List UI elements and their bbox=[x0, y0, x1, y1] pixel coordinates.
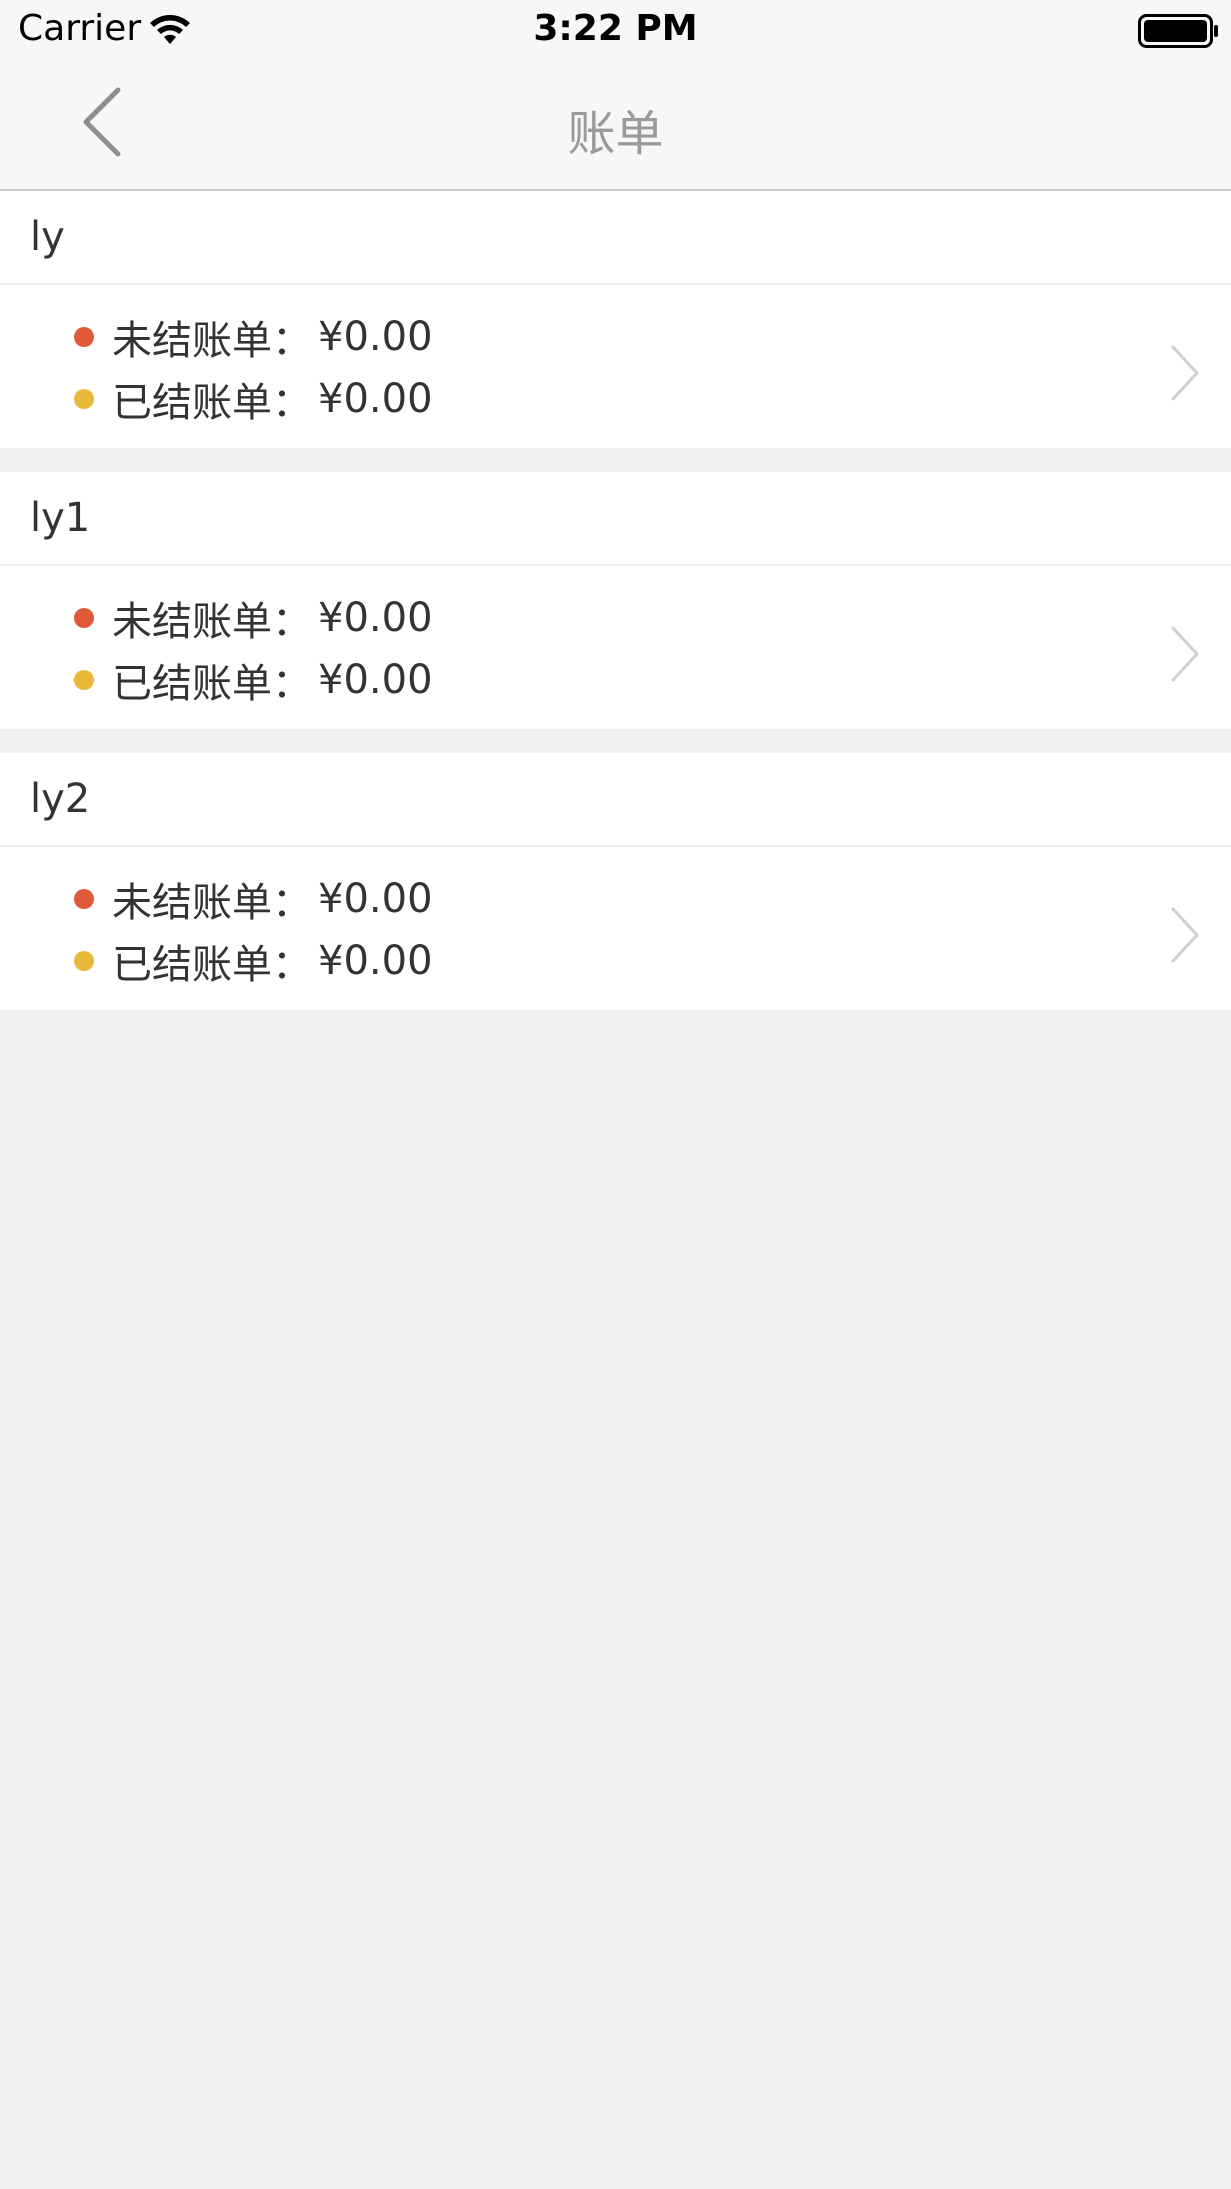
account-section: ly1 未结账单： ¥0.00 已结账单： ¥0.00 bbox=[0, 472, 1231, 729]
unsettled-amount: ¥0.00 bbox=[318, 314, 433, 360]
battery-icon bbox=[1138, 14, 1218, 48]
account-list: ly 未结账单： ¥0.00 已结账单： ¥0.00 ly1 未结账单： ¥0.… bbox=[0, 191, 1231, 1034]
settled-dot-icon bbox=[74, 670, 94, 690]
settled-bill-line: 已结账单： ¥0.00 bbox=[74, 650, 433, 710]
unsettled-dot-icon bbox=[74, 327, 94, 347]
unsettled-bill-line: 未结账单： ¥0.00 bbox=[74, 307, 433, 367]
chevron-right-icon bbox=[1171, 345, 1199, 401]
unsettled-label: 未结账单： bbox=[112, 599, 312, 645]
settled-amount: ¥0.00 bbox=[318, 938, 433, 984]
account-bill-row[interactable]: 未结账单： ¥0.00 已结账单： ¥0.00 bbox=[0, 847, 1231, 1010]
account-name: ly1 bbox=[0, 472, 1231, 566]
unsettled-bill-line: 未结账单： ¥0.00 bbox=[74, 588, 433, 648]
account-name: ly bbox=[0, 191, 1231, 285]
account-section: ly2 未结账单： ¥0.00 已结账单： ¥0.00 bbox=[0, 753, 1231, 1010]
navigation-bar: 账单 bbox=[0, 60, 1231, 191]
unsettled-dot-icon bbox=[74, 608, 94, 628]
settled-bill-line: 已结账单： ¥0.00 bbox=[74, 369, 433, 429]
settled-label: 已结账单： bbox=[112, 661, 312, 707]
settled-amount: ¥0.00 bbox=[318, 657, 433, 703]
unsettled-bill-line: 未结账单： ¥0.00 bbox=[74, 869, 433, 929]
status-bar: Carrier 3:22 PM bbox=[0, 0, 1231, 60]
chevron-right-icon bbox=[1171, 626, 1199, 682]
settled-amount: ¥0.00 bbox=[318, 376, 433, 422]
status-time: 3:22 PM bbox=[533, 8, 698, 49]
unsettled-amount: ¥0.00 bbox=[318, 876, 433, 922]
unsettled-label: 未结账单： bbox=[112, 318, 312, 364]
unsettled-label: 未结账单： bbox=[112, 880, 312, 926]
settled-dot-icon bbox=[74, 951, 94, 971]
settled-bill-line: 已结账单： ¥0.00 bbox=[74, 931, 433, 991]
settled-label: 已结账单： bbox=[112, 942, 312, 988]
settled-dot-icon bbox=[74, 389, 94, 409]
unsettled-dot-icon bbox=[74, 889, 94, 909]
settled-label: 已结账单： bbox=[112, 380, 312, 426]
account-name: ly2 bbox=[0, 753, 1231, 847]
page-title: 账单 bbox=[567, 106, 664, 162]
account-section: ly 未结账单： ¥0.00 已结账单： ¥0.00 bbox=[0, 191, 1231, 448]
unsettled-amount: ¥0.00 bbox=[318, 595, 433, 641]
chevron-right-icon bbox=[1171, 907, 1199, 963]
account-bill-row[interactable]: 未结账单： ¥0.00 已结账单： ¥0.00 bbox=[0, 285, 1231, 448]
account-bill-row[interactable]: 未结账单： ¥0.00 已结账单： ¥0.00 bbox=[0, 566, 1231, 729]
